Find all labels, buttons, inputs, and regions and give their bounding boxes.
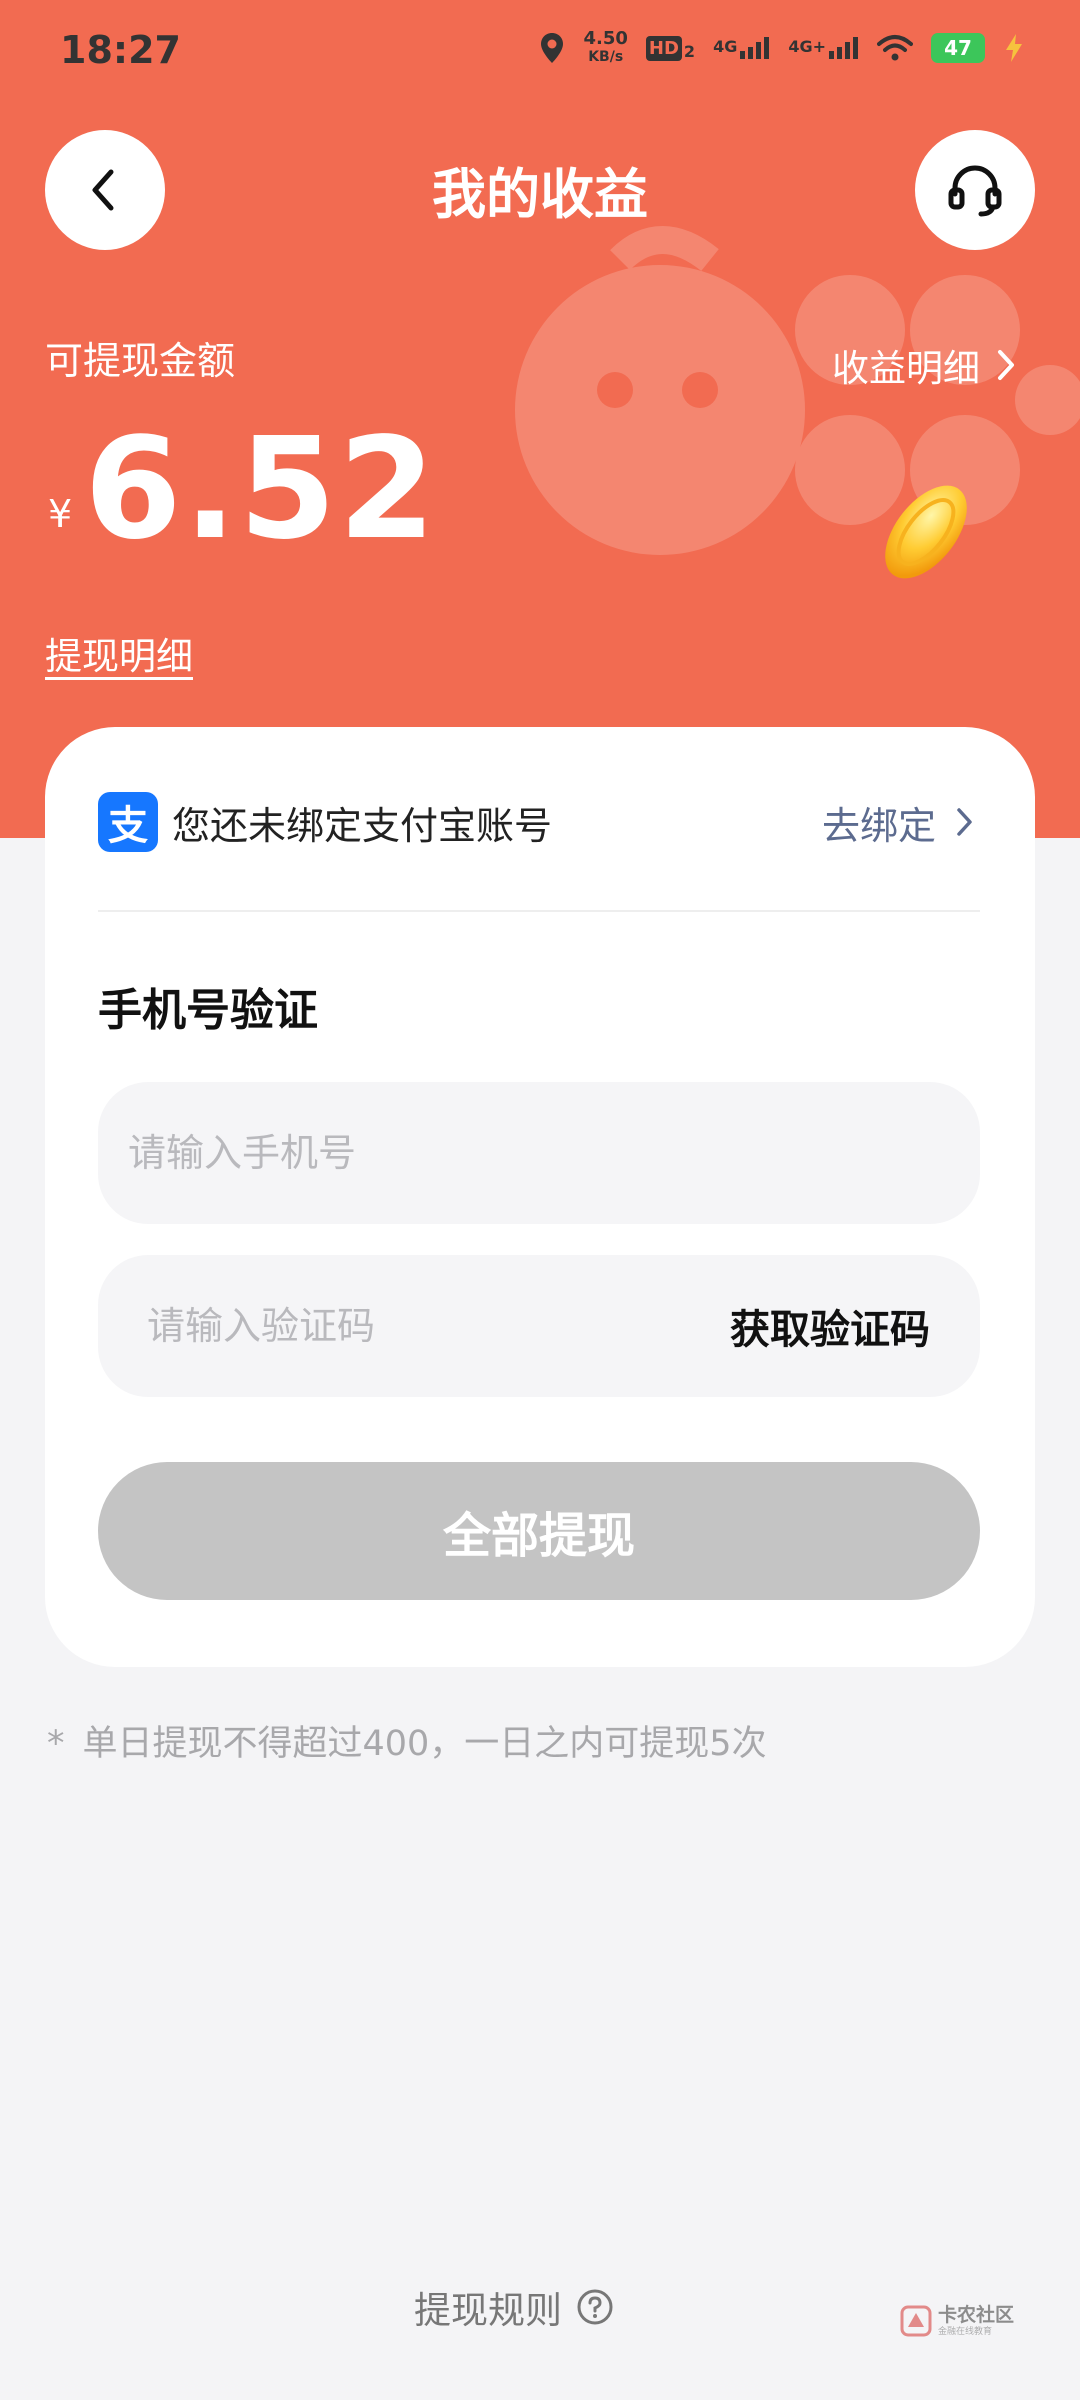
sim2-signal: 4G+ bbox=[788, 37, 859, 59]
available-balance-label: 可提现金额 bbox=[45, 339, 236, 383]
withdraw-rules-link[interactable]: 提现规则 bbox=[414, 2280, 614, 2334]
corner-logo-main: 卡农社区 bbox=[938, 2303, 1015, 2326]
hd-sub-label: 2 bbox=[683, 41, 696, 61]
status-icons: 4.50 KB/s HD 2 4G 4G+ 47 bbox=[539, 30, 1025, 66]
note-asterisk: * bbox=[47, 1724, 65, 1764]
brand-watermark-graphic bbox=[515, 226, 1080, 555]
sim1-signal: 4G bbox=[713, 37, 770, 59]
network-speed-unit: KB/s bbox=[588, 49, 624, 65]
earnings-details-label: 收益明细 bbox=[832, 347, 980, 390]
bind-alipay-link[interactable]: 去绑定 bbox=[822, 795, 974, 850]
currency-symbol: ¥ bbox=[48, 492, 73, 536]
signal-icon bbox=[740, 37, 770, 59]
alipay-notice: 您还未绑定支付宝账号 bbox=[172, 803, 553, 848]
network-speed-value: 4.50 bbox=[583, 28, 628, 49]
status-bar: 18:27 4.50 KB/s HD 2 4G 4G+ 47 bbox=[0, 0, 1080, 104]
alipay-icon: 支 bbox=[98, 792, 158, 852]
network-speed: 4.50 KB/s bbox=[583, 30, 627, 66]
note-text: 单日提现不得超过400，一日之内可提现5次 bbox=[82, 1724, 767, 1764]
community-logo-icon bbox=[900, 2305, 932, 2337]
verification-code-input[interactable] bbox=[147, 1255, 667, 1397]
corner-logo-sub: 金融在线教育 bbox=[938, 2326, 993, 2337]
gold-coin-graphic bbox=[885, 485, 967, 579]
get-code-button[interactable]: 获取验证码 bbox=[730, 1255, 930, 1397]
withdraw-all-button[interactable]: 全部提现 bbox=[98, 1462, 980, 1600]
charging-icon bbox=[1006, 34, 1022, 62]
battery-icon: 47 bbox=[931, 33, 985, 63]
location-icon bbox=[541, 33, 564, 63]
withdrawal-details-link[interactable]: 提现明细 bbox=[45, 626, 193, 680]
corner-watermark-logo: 卡农社区 金融在线教育 bbox=[900, 2305, 1014, 2337]
status-time: 18:27 bbox=[60, 28, 181, 72]
code-field: 获取验证码 bbox=[98, 1255, 980, 1397]
question-circle-icon bbox=[577, 2289, 613, 2325]
divider bbox=[98, 910, 980, 912]
battery-level: 47 bbox=[944, 36, 972, 60]
bind-alipay-label: 去绑定 bbox=[821, 803, 936, 848]
wifi-icon bbox=[877, 35, 913, 61]
phone-verification-title: 手机号验证 bbox=[98, 985, 318, 1036]
withdraw-limit-note: * 单日提现不得超过400，一日之内可提现5次 bbox=[47, 1715, 767, 1766]
hd-label: HD bbox=[645, 35, 682, 61]
chevron-right-icon bbox=[957, 808, 972, 836]
sim2-label: 4G+ bbox=[788, 37, 826, 56]
alipay-bind-row[interactable]: 支 您还未绑定支付宝账号 去绑定 bbox=[98, 787, 974, 857]
chevron-right-icon bbox=[998, 350, 1014, 380]
hd-indicator: HD 2 bbox=[645, 35, 696, 61]
sim1-label: 4G bbox=[713, 37, 738, 56]
withdraw-rules-label: 提现规则 bbox=[414, 2289, 562, 2332]
customer-service-button[interactable] bbox=[915, 130, 1035, 250]
phone-field bbox=[98, 1082, 980, 1224]
phone-input[interactable] bbox=[128, 1082, 948, 1224]
signal-icon bbox=[829, 37, 858, 59]
withdraw-card: 支 您还未绑定支付宝账号 去绑定 手机号验证 获取验证码 全部提现 bbox=[45, 727, 1035, 1667]
balance-amount: ¥ 6.52 bbox=[48, 420, 438, 560]
earnings-details-link[interactable]: 收益明细 bbox=[832, 338, 1016, 392]
amount-value: 6.52 bbox=[84, 408, 438, 571]
headset-icon bbox=[948, 165, 1002, 217]
